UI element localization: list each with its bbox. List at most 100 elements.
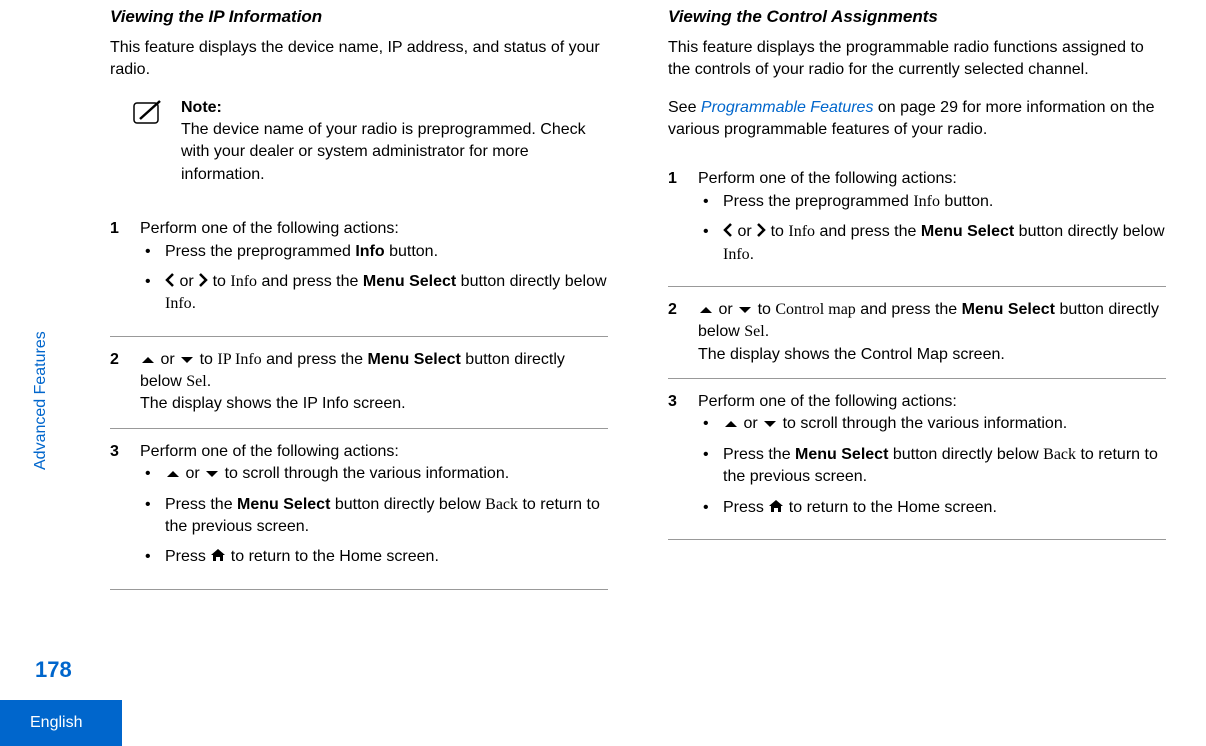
text-serif: Info — [913, 193, 940, 210]
nav-left-icon — [723, 223, 733, 237]
text: and press the — [257, 273, 363, 290]
home-icon — [768, 499, 784, 513]
text: or — [739, 415, 762, 432]
right-intro: This feature displays the programmable r… — [668, 37, 1166, 82]
link-text[interactable]: Programmable Features — [701, 99, 874, 116]
sidebar-section-label: Advanced Features — [30, 331, 52, 470]
text: and press the — [815, 223, 921, 240]
bullet-list: Press the preprogrammed Info button. or … — [140, 241, 608, 316]
text-bold: Menu Select — [921, 223, 1014, 240]
text-serif: Info — [230, 273, 257, 290]
text: . — [765, 323, 769, 340]
text: button directly below — [330, 496, 485, 513]
text: Press the — [723, 446, 795, 463]
nav-down-icon — [762, 419, 778, 429]
left-step-3: 3 Perform one of the following actions: … — [110, 429, 608, 590]
nav-up-icon — [698, 305, 714, 315]
text: and press the — [856, 301, 962, 318]
text: to — [208, 273, 230, 290]
nav-left-icon — [165, 273, 175, 287]
right-column: Viewing the Control Assignments This fea… — [668, 5, 1166, 746]
note-icon — [130, 99, 166, 187]
list-item: Press the Menu Select button directly be… — [703, 444, 1166, 489]
left-column: Viewing the IP Information This feature … — [110, 5, 608, 746]
note-label: Note: — [181, 97, 608, 119]
text-serif: Info — [788, 223, 815, 240]
step-content: Perform one of the following actions: Pr… — [698, 168, 1166, 274]
text: Press the preprogrammed — [723, 193, 913, 210]
left-intro: This feature displays the device name, I… — [110, 37, 608, 82]
text: to return to the Home screen. — [784, 499, 997, 516]
text-bold: Menu Select — [363, 273, 456, 290]
text: button. — [385, 243, 438, 260]
text-serif: Info — [165, 295, 192, 312]
text-serif: Back — [485, 496, 518, 513]
nav-right-icon — [198, 273, 208, 287]
text-bold: Menu Select — [237, 496, 330, 513]
bullet-list: Press the preprogrammed Info button. or … — [698, 191, 1166, 266]
text: or — [733, 223, 756, 240]
note-block: Note: The device name of your radio is p… — [110, 97, 608, 187]
list-item: or to Info and press the Menu Select but… — [703, 221, 1166, 266]
text: or — [714, 301, 737, 318]
nav-down-icon — [204, 469, 220, 479]
text: Press the preprogrammed — [165, 243, 355, 260]
text-bold: Menu Select — [795, 446, 888, 463]
text-serif: IP Info — [217, 351, 261, 368]
step-number: 2 — [668, 299, 683, 366]
step-text: Perform one of the following actions: — [698, 168, 1166, 190]
step-text: Perform one of the following actions: — [140, 441, 608, 463]
list-item: Press to return to the Home screen. — [703, 497, 1166, 519]
bullet-list: or to scroll through the various informa… — [140, 463, 608, 569]
nav-right-icon — [756, 223, 766, 237]
text-serif: Sel — [186, 373, 206, 390]
left-step-1: 1 Perform one of the following actions: … — [110, 206, 608, 337]
text: button directly below — [456, 273, 606, 290]
left-step-2: 2 or to IP Info and press the Menu Selec… — [110, 337, 608, 429]
text: and press the — [262, 351, 368, 368]
text-serif: Control map — [775, 301, 855, 318]
step-number: 1 — [668, 168, 683, 274]
step-line: or to IP Info and press the Menu Select … — [140, 349, 608, 394]
nav-up-icon — [723, 419, 739, 429]
nav-up-icon — [140, 355, 156, 365]
step-content: Perform one of the following actions: Pr… — [140, 218, 608, 324]
note-text: The device name of your radio is preprog… — [181, 119, 608, 186]
text: . — [750, 246, 754, 263]
page-number: 178 — [35, 655, 72, 686]
home-icon — [210, 548, 226, 562]
text-serif: Sel — [744, 323, 764, 340]
list-item: Press the preprogrammed Info button. — [703, 191, 1166, 213]
text: to scroll through the various informatio… — [778, 415, 1067, 432]
text: Press the — [165, 496, 237, 513]
step-line: or to Control map and press the Menu Sel… — [698, 299, 1166, 344]
step-text: Perform one of the following actions: — [140, 218, 608, 240]
text: . — [192, 295, 196, 312]
language-badge: English — [0, 700, 122, 746]
step-content: or to Control map and press the Menu Sel… — [698, 299, 1166, 366]
list-item: Press the preprogrammed Info button. — [145, 241, 608, 263]
text: to — [766, 223, 788, 240]
step-content: Perform one of the following actions: or… — [140, 441, 608, 577]
nav-down-icon — [737, 305, 753, 315]
text-bold: Menu Select — [368, 351, 461, 368]
step-number: 3 — [668, 391, 683, 527]
text: or — [156, 351, 179, 368]
text: button directly below — [888, 446, 1043, 463]
right-see: See Programmable Features on page 29 for… — [668, 97, 1166, 142]
step-number: 3 — [110, 441, 125, 577]
left-title: Viewing the IP Information — [110, 5, 608, 29]
page-container: Advanced Features 178 English Viewing th… — [0, 0, 1206, 746]
text: to — [753, 301, 775, 318]
list-item: or to scroll through the various informa… — [703, 413, 1166, 435]
nav-down-icon — [179, 355, 195, 365]
right-step-1: 1 Perform one of the following actions: … — [668, 156, 1166, 287]
text-bold: Info — [355, 243, 384, 260]
text: to return to the Home screen. — [226, 548, 439, 565]
text-bold: Menu Select — [962, 301, 1055, 318]
list-item: Press the Menu Select button directly be… — [145, 494, 608, 539]
bullet-list: or to scroll through the various informa… — [698, 413, 1166, 519]
text-serif: Back — [1043, 446, 1076, 463]
text: . — [207, 373, 211, 390]
text: or — [181, 465, 204, 482]
